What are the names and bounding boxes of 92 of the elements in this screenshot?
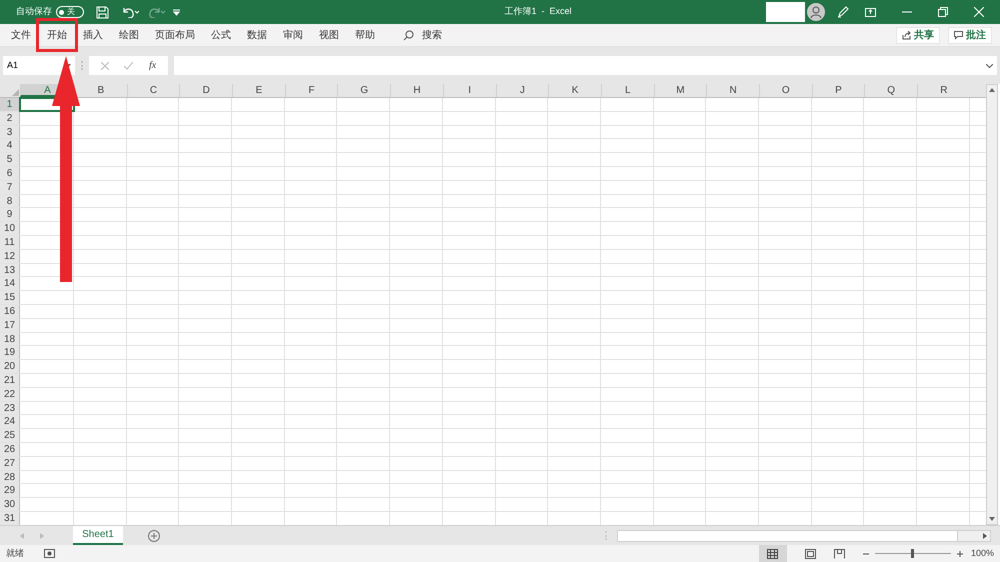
column-header[interactable]: K xyxy=(548,84,601,97)
ribbon-tab[interactable]: 视图 xyxy=(311,25,347,45)
column-header[interactable]: E xyxy=(232,84,285,97)
ribbon-display-icon[interactable] xyxy=(865,8,876,16)
expand-icon[interactable] xyxy=(986,64,993,68)
row-header[interactable]: 4 xyxy=(0,139,20,152)
row-header[interactable]: 20 xyxy=(0,360,20,373)
row-header[interactable]: 28 xyxy=(0,470,20,484)
zoom-thumb[interactable] xyxy=(911,549,914,558)
row-header[interactable]: 7 xyxy=(0,180,20,194)
undo-icon[interactable] xyxy=(121,6,139,18)
ribbon-tab[interactable]: 数据 xyxy=(239,25,275,45)
ribbon-tab[interactable]: 开始 xyxy=(39,25,75,45)
row-header[interactable]: 3 xyxy=(0,126,20,138)
save-icon[interactable] xyxy=(96,6,109,18)
minimize-icon[interactable] xyxy=(902,11,912,13)
row-header[interactable]: 11 xyxy=(0,236,20,249)
row-header[interactable]: 1 xyxy=(0,98,20,111)
row-header[interactable]: 21 xyxy=(0,374,20,387)
column-header[interactable]: D xyxy=(179,84,232,97)
status-text: 就绪 xyxy=(6,546,24,560)
normal-view-icon[interactable] xyxy=(758,545,787,562)
insert-function-button[interactable]: fx xyxy=(148,58,156,73)
column-header[interactable]: H xyxy=(390,84,443,97)
close-icon[interactable] xyxy=(974,7,984,17)
ribbon-tab[interactable]: 帮助 xyxy=(347,25,383,45)
avatar-icon[interactable] xyxy=(807,3,825,21)
scroll-down-icon[interactable] xyxy=(989,517,995,521)
scroll-up-icon[interactable] xyxy=(989,88,995,92)
row-header[interactable]: 15 xyxy=(0,291,20,304)
column-header[interactable]: O xyxy=(758,84,812,97)
column-header[interactable]: L xyxy=(600,84,654,97)
row-header[interactable]: 26 xyxy=(0,442,20,456)
row-header[interactable]: 25 xyxy=(0,429,20,442)
share-icon xyxy=(902,30,911,40)
window-title: 工作簿1 - Excel xyxy=(504,5,572,18)
column-header[interactable]: F xyxy=(284,84,338,97)
row-header[interactable]: 30 xyxy=(0,498,20,511)
search-box[interactable]: 搜索 xyxy=(422,28,442,42)
ribbon-tab[interactable]: 页面布局 xyxy=(147,25,203,45)
row-header[interactable]: 23 xyxy=(0,402,20,414)
row-header[interactable]: 22 xyxy=(0,388,20,401)
comment-icon xyxy=(954,30,963,40)
row-header[interactable]: 10 xyxy=(0,222,20,235)
column-header[interactable]: I xyxy=(442,84,496,97)
row-header[interactable]: 29 xyxy=(0,484,20,498)
column-header[interactable]: R xyxy=(917,84,970,97)
sheet-tab[interactable]: Sheet1 xyxy=(73,526,123,545)
row-header[interactable]: 8 xyxy=(0,194,20,208)
add-sheet-icon[interactable] xyxy=(148,530,160,542)
zoom-percentage[interactable]: 100% xyxy=(970,546,994,560)
name-box[interactable]: A1 xyxy=(3,56,75,75)
row-header[interactable]: 12 xyxy=(0,250,20,263)
autosave-label: 自动保存 xyxy=(16,5,52,18)
customize-icon[interactable] xyxy=(173,8,180,16)
column-header[interactable]: G xyxy=(337,84,390,97)
row-header[interactable]: 13 xyxy=(0,264,20,276)
search-icon xyxy=(403,30,414,40)
row-header[interactable]: 27 xyxy=(0,456,20,470)
column-header[interactable]: C xyxy=(126,84,180,97)
check-icon[interactable] xyxy=(124,62,134,70)
restore-icon[interactable] xyxy=(938,7,948,17)
ribbon-tab[interactable]: 公式 xyxy=(203,25,239,45)
row-header[interactable]: 14 xyxy=(0,277,20,290)
row-header[interactable]: 2 xyxy=(0,112,20,125)
page-break-icon[interactable] xyxy=(834,548,845,558)
ribbon-tab[interactable]: 审阅 xyxy=(275,25,311,45)
column-header[interactable]: J xyxy=(496,84,548,97)
column-header[interactable]: N xyxy=(706,84,759,97)
ribbon-tab[interactable]: 绘图 xyxy=(111,25,147,45)
column-header[interactable]: M xyxy=(654,84,706,97)
column-header[interactable]: Q xyxy=(864,84,917,97)
comments-button[interactable]: 批注 xyxy=(948,26,992,44)
ribbon-tab[interactable]: 插入 xyxy=(75,25,111,45)
row-header[interactable]: 5 xyxy=(0,153,20,166)
row-header[interactable]: 16 xyxy=(0,304,20,318)
ribbon-tab[interactable]: 文件 xyxy=(3,25,39,45)
accessibility-icon[interactable] xyxy=(44,549,55,558)
row-header[interactable]: 9 xyxy=(0,208,20,222)
scroll-right-icon[interactable] xyxy=(983,532,987,538)
share-button[interactable]: 共享 xyxy=(896,26,940,44)
row-header[interactable]: 31 xyxy=(0,512,20,525)
row-header[interactable]: 18 xyxy=(0,332,20,346)
row-header[interactable]: 24 xyxy=(0,415,20,428)
page-layout-icon[interactable] xyxy=(804,548,816,558)
zoom-in-icon[interactable] xyxy=(956,550,963,556)
pen-icon[interactable] xyxy=(837,6,849,18)
autosave-toggle[interactable]: 关 xyxy=(56,6,84,18)
row-header[interactable]: 6 xyxy=(0,166,20,180)
row-header[interactable]: 19 xyxy=(0,346,20,360)
column-header[interactable]: P xyxy=(812,84,864,97)
row-header[interactable]: 17 xyxy=(0,318,20,332)
